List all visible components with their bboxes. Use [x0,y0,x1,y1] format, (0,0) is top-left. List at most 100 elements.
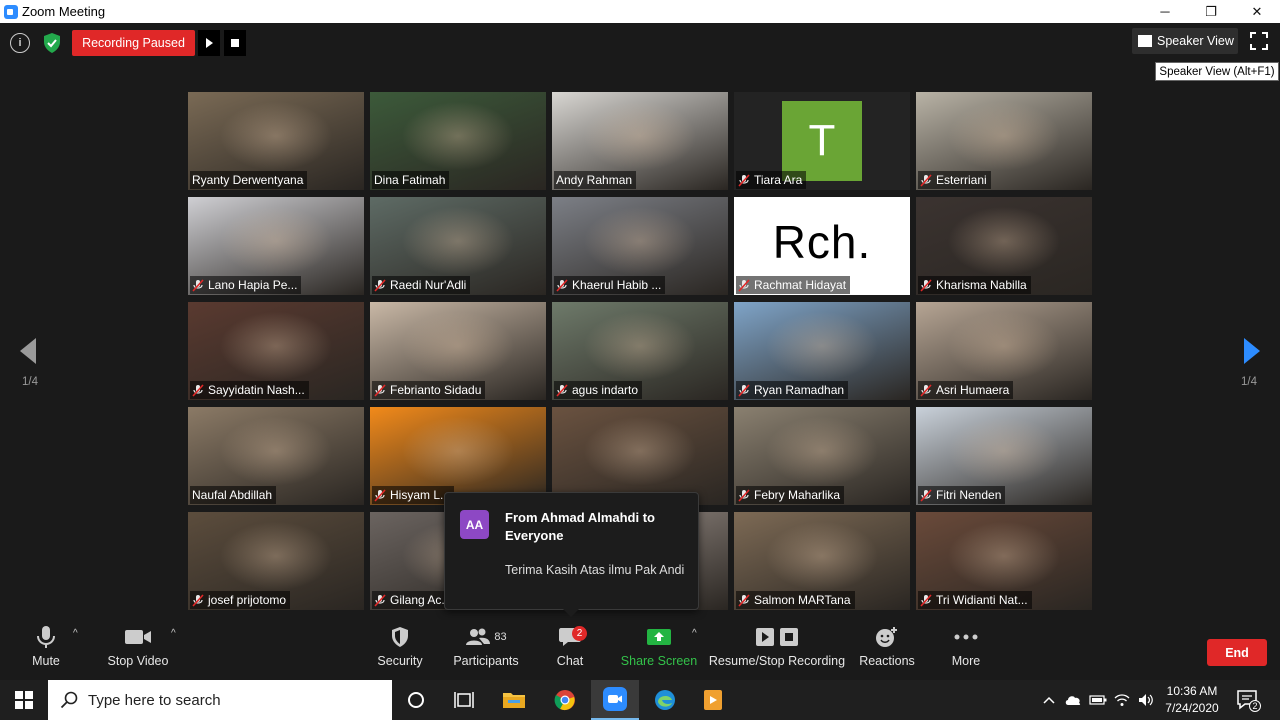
show-hidden-icons[interactable] [1040,680,1058,720]
task-view-icon[interactable] [440,680,488,720]
window-title: Zoom Meeting [22,4,106,19]
zoom-taskbar-icon[interactable] [591,680,639,720]
end-meeting-button[interactable]: End [1207,639,1267,666]
recording-paused-indicator: Recording Paused [72,30,195,56]
stop-video-button[interactable]: Stop Video [104,620,172,680]
participant-tile[interactable]: Fitri Nenden [916,407,1092,505]
muted-microphone-icon [374,278,386,292]
participant-tile[interactable]: Ryanty Derwentyana [188,92,364,190]
participant-tile[interactable]: Salmon MARTana [734,512,910,610]
participant-name-tag: Salmon MARTana [736,591,855,609]
mute-label: Mute [32,654,60,668]
participant-tile[interactable]: Febrianto Sidadu [370,302,546,400]
zoom-app: Zoom Meeting ─ ❐ ✕ i Recording Paused Sp… [0,0,1280,720]
participant-name: Febrianto Sidadu [390,383,482,397]
resume-recording-button[interactable] [198,30,220,56]
participant-tile[interactable]: Sayyidatin Nash... [188,302,364,400]
participant-tile[interactable]: Dina Fatimah [370,92,546,190]
participant-name-tag: Rachmat Hidayat [736,276,851,294]
onedrive-icon[interactable] [1062,680,1084,720]
fullscreen-icon[interactable] [1250,32,1268,50]
chat-unread-badge: 2 [572,626,587,641]
participant-tile[interactable]: agus indarto [552,302,728,400]
participant-name-tag: Febry Maharlika [736,486,845,504]
participant-tile[interactable]: Ryan Ramadhan [734,302,910,400]
participant-tile[interactable]: T Tiara Ara [734,92,910,190]
file-explorer-icon[interactable] [490,680,538,720]
participant-name: Fitri Nenden [936,488,1002,502]
window-controls: ─ ❐ ✕ [1142,0,1280,23]
participant-name-tag: Ryanty Derwentyana [190,171,308,189]
participant-tile[interactable]: Rch. Rachmat Hidayat [734,197,910,295]
mute-button[interactable]: Mute [20,620,72,680]
participant-tile[interactable]: Esterriani [916,92,1092,190]
participant-tile[interactable]: Raedi Nur'Adli [370,197,546,295]
minimize-button[interactable]: ─ [1142,0,1188,23]
participant-name: Tiara Ara [754,173,803,187]
chat-button[interactable]: 2 Chat [550,620,590,680]
speaker-view-button[interactable]: Speaker View [1132,28,1238,54]
audio-options-caret[interactable]: ^ [73,628,78,639]
participant-tile[interactable]: Hisyam L... [370,407,546,505]
media-player-icon[interactable] [689,680,737,720]
share-options-caret[interactable]: ^ [692,628,697,639]
participant-tile[interactable]: Febry Maharlika [734,407,910,505]
more-button[interactable]: More [944,620,988,680]
security-button[interactable]: Security [372,620,428,680]
participant-name: Febry Maharlika [754,488,841,502]
muted-microphone-icon [738,278,750,292]
participant-tile[interactable]: Andy Rahman [552,92,728,190]
muted-microphone-icon [374,488,386,502]
cortana-icon[interactable] [392,680,440,720]
share-screen-label: Share Screen [620,654,698,668]
participants-button[interactable]: 83 Participants [450,620,522,680]
windows-start-icon[interactable] [0,680,48,720]
participant-tile[interactable]: Kharisma Nabilla [916,197,1092,295]
edge-icon[interactable] [641,680,689,720]
muted-microphone-icon [920,278,932,292]
participant-name: Asri Humaera [936,383,1010,397]
participants-label: Participants [453,654,519,668]
reactions-label: Reactions [859,654,915,668]
chrome-icon[interactable] [541,680,589,720]
meeting-toolbar: Mute ^ Stop Video ^ Security 83 Particip… [0,620,1280,680]
volume-icon[interactable] [1136,680,1156,720]
reactions-button[interactable]: Reactions [856,620,918,680]
participant-tile[interactable]: Khaerul Habib ... [552,197,728,295]
security-label: Security [377,654,423,668]
recording-controls-icon [755,620,799,654]
video-options-caret[interactable]: ^ [171,628,176,639]
muted-microphone-icon [920,383,932,397]
participant-tile[interactable]: Lano Hapia Pe... [188,197,364,295]
chat-bubble-icon: 2 [558,620,587,654]
participant-tile[interactable] [552,407,728,505]
previous-page-icon[interactable] [16,336,40,366]
participant-name-tag: Hisyam L... [372,486,455,504]
participant-tile[interactable]: josef prijotomo [188,512,364,610]
participant-name-tag: Esterriani [918,171,991,189]
next-page-icon[interactable] [1240,336,1264,366]
speaker-view-icon [1138,35,1152,47]
meeting-info-icon[interactable]: i [10,33,30,53]
wifi-icon[interactable] [1112,680,1132,720]
participant-name: Lano Hapia Pe... [208,278,298,292]
participant-tile[interactable]: Asri Humaera [916,302,1092,400]
taskbar-clock[interactable]: 10:36 AM 7/24/2020 [1160,683,1224,717]
encryption-shield-icon[interactable] [42,32,62,54]
recording-label: Resume/Stop Recording [708,654,846,668]
participant-name: Gilang Ac... [390,593,452,607]
stop-recording-button[interactable] [224,30,246,56]
close-button[interactable]: ✕ [1234,0,1280,23]
resume-stop-recording-button[interactable]: Resume/Stop Recording [708,620,846,680]
taskbar-search-box[interactable]: Type here to search [48,680,392,720]
muted-microphone-icon [738,593,750,607]
restore-button[interactable]: ❐ [1188,0,1234,23]
participant-name: Ryan Ramadhan [754,383,845,397]
chat-notification-popup[interactable]: AA From Ahmad Almahdi to Everyone Terima… [444,492,699,617]
participant-tile[interactable]: Tri Widianti Nat... [916,512,1092,610]
share-screen-button[interactable]: Share Screen [620,620,698,680]
chat-sender: From Ahmad Almahdi to Everyone [505,510,655,543]
more-label: More [951,654,981,668]
participant-tile[interactable]: Naufal Abdillah [188,407,364,505]
battery-icon[interactable] [1088,680,1108,720]
